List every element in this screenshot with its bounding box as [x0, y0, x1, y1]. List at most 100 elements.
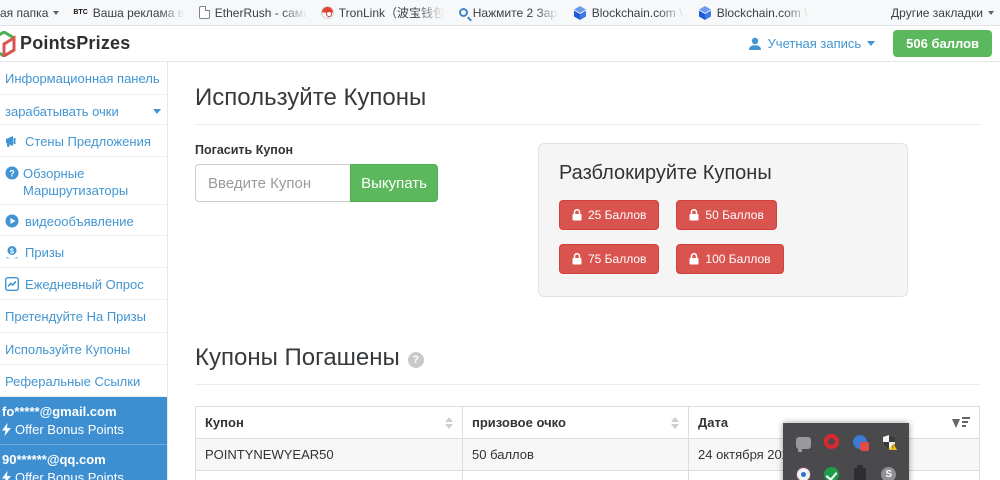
- bonus-notification-gmail[interactable]: fo*****@gmail.com Offer Bonus Points: [0, 397, 167, 445]
- chevron-down-icon: [867, 41, 875, 46]
- unlock-panel-title: Разблокируйте Купоны: [559, 162, 887, 185]
- bookmark-item[interactable]: Blockchain.com Wa: [698, 6, 809, 20]
- lock-icon: [572, 253, 582, 265]
- sidebar-item-label: видеообъявление: [25, 213, 161, 230]
- column-label: призовое очко: [472, 415, 671, 430]
- bookmark-label: EtherRush - самый: [215, 6, 307, 20]
- lock-icon: [689, 209, 699, 221]
- sidebar-item-survey-routers[interactable]: ? Обзорные Маршрутизаторы: [0, 157, 167, 205]
- blockchain-cube-icon: [573, 6, 587, 20]
- redeem-coupon-label: Погасить Купон: [195, 143, 538, 157]
- unlock-75-points-button[interactable]: 75 Баллов: [559, 244, 659, 274]
- brand-logo-link[interactable]: PointsPrizes: [0, 31, 130, 57]
- points-cell: 25 баллов: [463, 471, 689, 480]
- sidebar-item-label: Стены Предложения: [25, 133, 161, 150]
- chevron-down-icon: [53, 11, 59, 15]
- notification-email: 90******@qq.com: [2, 452, 161, 467]
- divider: [195, 384, 980, 385]
- lightning-icon: [2, 423, 11, 436]
- redeemed-coupons-title: Купоны Погашены: [195, 344, 400, 372]
- bookmark-label: Ваша реклама в с: [93, 6, 185, 20]
- blockchain-cube-icon: [698, 6, 712, 20]
- app-blue-red-icon[interactable]: [853, 435, 867, 449]
- system-tray-popup: ! S: [783, 423, 909, 480]
- chat-tooltip-icon[interactable]: [796, 437, 811, 449]
- svg-text:$: $: [10, 249, 14, 256]
- search-icon: [459, 8, 468, 17]
- sidebar-item-label: Призы: [25, 244, 161, 261]
- divider: [195, 124, 980, 125]
- unlock-coupons-panel: Разблокируйте Купоны 25 Баллов: [538, 143, 908, 297]
- column-label: Купон: [205, 415, 445, 430]
- sidebar-item-video-ads[interactable]: видеообъявление: [0, 205, 167, 236]
- bookmark-item[interactable]: BTC Ваша реклама в с: [73, 6, 184, 20]
- bookmark-item[interactable]: EtherRush - самый: [199, 6, 307, 20]
- sidebar-item-daily-survey[interactable]: Ежедневный Опрос: [0, 268, 167, 300]
- bookmark-item[interactable]: Blockchain.com Wa: [573, 6, 684, 20]
- sidebar-item-use-coupons[interactable]: Используйте Купоны: [0, 333, 167, 365]
- sidebar-item-label: Реферальные Ссылки: [5, 373, 161, 390]
- sidebar-item-label: Обзорные Маршрутизаторы: [23, 165, 161, 199]
- unlock-100-points-button[interactable]: 100 Баллов: [676, 244, 783, 274]
- coupon-cell: Тень 25: [196, 471, 463, 480]
- sidebar-item-label: Ежедневный Опрос: [25, 276, 161, 293]
- points-balance-badge[interactable]: 506 баллов: [893, 30, 992, 57]
- column-header-points[interactable]: призовое очко: [463, 407, 689, 439]
- unlock-50-points-button[interactable]: 50 Баллов: [676, 200, 776, 230]
- pointsprizes-logo-icon: [0, 31, 17, 57]
- question-circle-icon: ?: [5, 166, 19, 180]
- green-check-icon[interactable]: [824, 467, 839, 480]
- bookmark-item[interactable]: Нажмите 2 Зараб: [459, 6, 559, 20]
- skype-offline-icon[interactable]: S: [881, 467, 896, 480]
- account-menu-button[interactable]: Учетная запись: [748, 36, 876, 51]
- coin-dollar-icon: $: [5, 245, 19, 259]
- sidebar-item-prizes[interactable]: $ Призы: [0, 236, 167, 268]
- unlock-button-label: 75 Баллов: [588, 252, 646, 266]
- bookmark-label: Blockchain.com Wa: [592, 6, 684, 20]
- document-icon: [199, 6, 210, 19]
- bookmark-label: ая папка: [0, 6, 48, 20]
- sort-icon: [445, 417, 453, 429]
- lock-icon: [689, 253, 699, 265]
- bonus-notification-qq[interactable]: 90******@qq.com Offer Bonus Points: [0, 445, 167, 480]
- unlock-25-points-button[interactable]: 25 Баллов: [559, 200, 659, 230]
- coupon-cell: POINTYNEWYEAR50: [196, 439, 463, 471]
- bookmark-label: Blockchain.com Wa: [717, 6, 809, 20]
- megaphone-icon: [5, 134, 19, 148]
- btc-favicon: BTC: [73, 9, 87, 16]
- notification-email: fo*****@gmail.com: [2, 404, 161, 419]
- lightning-icon: [2, 471, 11, 480]
- unlock-button-label: 100 Баллов: [705, 252, 770, 266]
- svg-text:?: ?: [9, 168, 15, 178]
- bookmark-folder[interactable]: ая папка: [0, 6, 59, 20]
- unlock-button-label: 25 Баллов: [588, 208, 646, 222]
- sort-descending-icon: [952, 417, 970, 428]
- other-bookmarks-button[interactable]: Другие закладки: [891, 6, 994, 20]
- opera-icon[interactable]: [824, 434, 839, 449]
- page-title: Используйте Купоны: [195, 84, 980, 112]
- brand-name: PointsPrizes: [20, 33, 130, 54]
- sidebar-item-label: Используйте Купоны: [5, 341, 161, 358]
- bookmark-item[interactable]: TronLink（波宝钱包: [321, 4, 445, 21]
- dark-figure-icon[interactable]: [854, 468, 866, 480]
- other-bookmarks-label: Другие закладки: [891, 6, 983, 20]
- notification-offer-text: Offer Bonus Points: [15, 470, 124, 480]
- help-icon[interactable]: ?: [408, 352, 424, 368]
- sidebar-item-claim-prizes[interactable]: Претендуйте На Призы: [0, 300, 167, 333]
- chart-line-icon: [5, 277, 19, 291]
- sidebar-item-earn-points[interactable]: зарабатывать очки: [0, 95, 167, 125]
- browser-bookmarks-bar: ая папка BTC Ваша реклама в с EtherRush …: [0, 0, 1000, 26]
- person-icon: [748, 37, 762, 51]
- redeem-button[interactable]: Выкупать: [350, 164, 438, 202]
- sidebar-item-offer-walls[interactable]: Стены Предложения: [0, 125, 167, 157]
- defender-shield-warning-icon[interactable]: !: [881, 434, 897, 450]
- sidebar-item-referral-links[interactable]: Реферальные Ссылки: [0, 365, 167, 397]
- column-header-coupon[interactable]: Купон: [196, 407, 463, 439]
- media-player-icon[interactable]: [796, 467, 811, 480]
- bookmark-label: TronLink（波宝钱包: [339, 4, 445, 21]
- sort-icon: [671, 417, 679, 429]
- lock-icon: [572, 209, 582, 221]
- coupon-input[interactable]: [195, 164, 350, 202]
- sidebar-item-dashboard[interactable]: Информационная панель: [0, 62, 167, 95]
- play-circle-icon: [5, 214, 19, 228]
